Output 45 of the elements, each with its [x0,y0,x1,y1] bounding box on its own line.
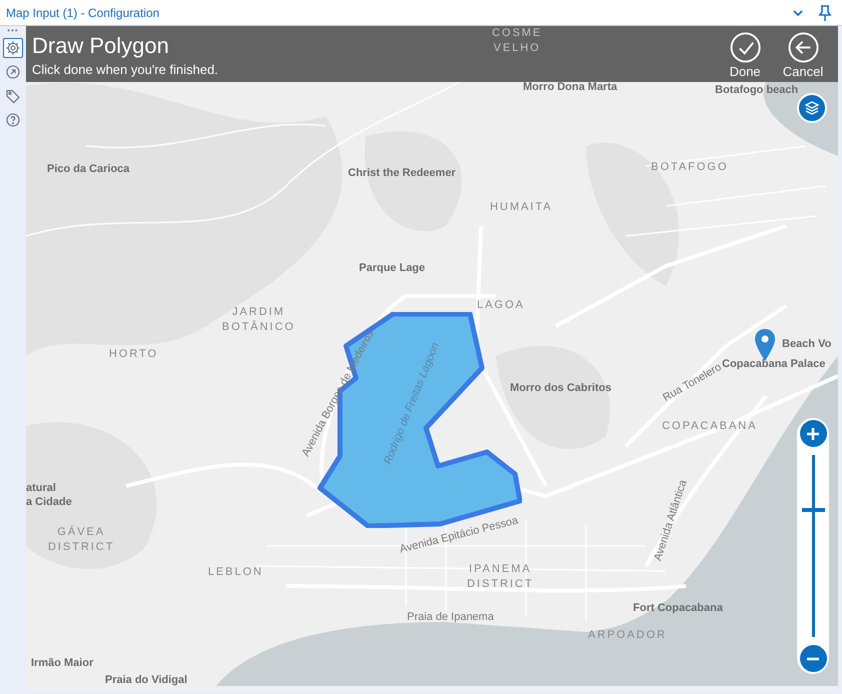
map-label: IPANEMA DISTRICT [467,562,534,592]
pin-icon[interactable] [818,4,832,20]
zoom-thumb[interactable] [802,508,824,512]
map-label: Morro dos Cabritos [510,381,612,396]
zoom-in-button[interactable] [800,420,826,447]
header-button[interactable]: Cancel [780,32,826,79]
map-label: HORTO [109,347,158,362]
map-label: COPACABANA [662,419,758,434]
more-button[interactable]: ••• [7,28,19,34]
map-label: atural [26,481,56,496]
map-label: COSME VELHO [492,26,542,56]
map-label: Botafogo beach [715,83,798,98]
back-arrow-circle-icon [788,32,818,63]
map-label: ARPOADOR [588,628,667,643]
map-label: Fort Copacabana [633,601,723,616]
map-label: Beach Vo [782,337,832,352]
tag-icon [5,88,21,104]
header-button[interactable]: Done [722,32,768,79]
gear-icon [5,40,21,56]
layers-icon [804,100,820,116]
map-label: Pico da Carioca [47,162,130,177]
map-label: Morro Dona Marta [523,80,618,95]
map-label: a Cidade [26,495,72,510]
help-icon [5,112,21,128]
map-label: Parque Lage [359,261,426,276]
map-label: Christ the Redeemer [348,166,456,181]
map-label: GÁVEA DISTRICT [48,525,115,555]
header-title: Draw Polygon [32,34,170,58]
map-label: Irmão Maior [31,656,94,671]
check-circle-icon [730,32,760,63]
map-label: LAGOA [477,298,525,313]
map-label: BOTAFOGO [651,160,728,175]
plus-icon [806,426,820,440]
map-label: JARDIM BOTÂNICO [222,305,296,335]
map-label: Praia de Ipanema [407,610,494,625]
map-label: Avenida Epitácio Pessoa [398,514,520,558]
sidebar-tab[interactable] [3,38,23,58]
map-label: Praia do Vidigal [105,673,188,688]
zoom-out-button[interactable] [800,645,826,672]
header-subtitle: Click done when you're finished. [32,61,218,79]
window-title: Map Input (1) - Configuration [6,4,160,22]
map-label: Copacabana Palace [722,357,826,372]
arrow-circle-icon [5,64,21,80]
map-label: LEBLON [208,565,264,580]
map-label: HUMAITA [490,200,553,215]
